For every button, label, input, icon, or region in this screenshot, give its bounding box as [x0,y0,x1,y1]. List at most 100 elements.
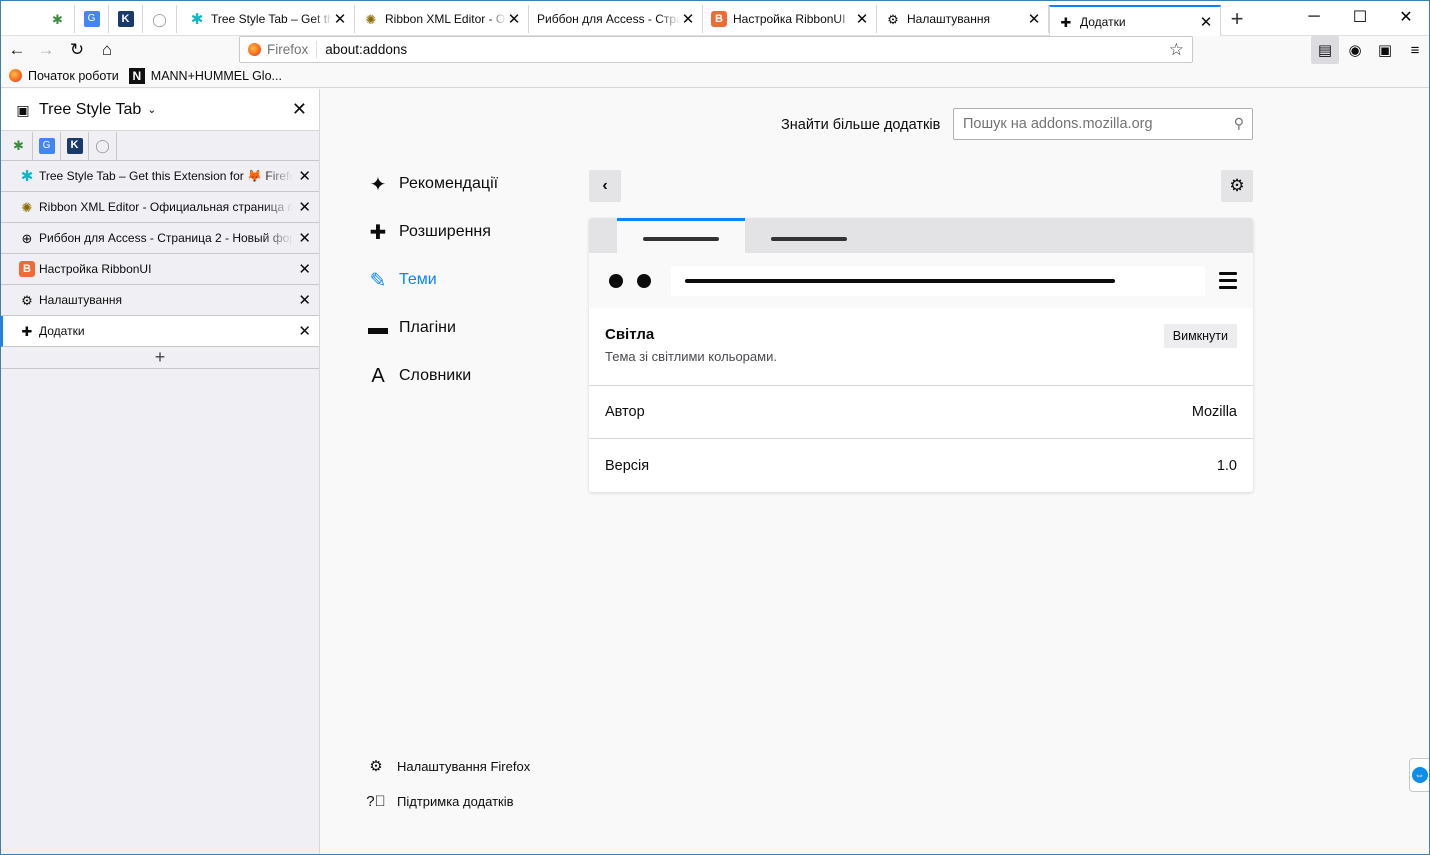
help-icon: ?⃝ [366,793,386,810]
tab-settings[interactable]: ⚙ Налаштування ✕ [877,5,1049,33]
detail-row-author: Автор Mozilla [589,386,1253,439]
close-icon[interactable]: ✕ [298,322,311,340]
tab-ribbon-access[interactable]: Риббон для Access - Страница 2 ✕ [529,5,703,33]
close-icon[interactable]: ✕ [680,10,696,28]
sidebar-toggle-button[interactable]: ▤ [1311,36,1339,64]
close-icon[interactable]: ✕ [1026,10,1042,28]
close-icon[interactable]: ✕ [298,198,311,216]
minimize-button[interactable]: ─ [1291,1,1337,33]
preview-tab-line [771,237,847,241]
close-window-button[interactable]: ✕ [1383,1,1429,33]
theme-info: Світла Тема зі світлими кольорами. Вимкн… [589,308,1253,386]
detail-value: 1.0 [1216,457,1237,474]
pinned-tab-3[interactable]: K [61,131,89,160]
tab-title: Настройка RibbonUI [733,12,846,26]
maximize-button[interactable]: ☐ [1337,1,1383,33]
preview-toolbar [589,253,1253,308]
bookmarks-toolbar: Початок роботи N MANN+HUMMEL Glo... [1,64,1429,88]
close-icon[interactable]: ✕ [854,10,870,28]
tree-style-tab-icon: ✱ [20,167,34,185]
category-extensions[interactable]: ✚ Розширення [365,214,491,250]
tab-addons[interactable]: ✚ Додатки ✕ [1049,5,1221,37]
sidebar-tab[interactable]: B Настройка RibbonUI ✕ [1,254,319,285]
forward-button[interactable]: → [32,36,60,64]
tab-tree-style-tab[interactable]: ✱ Tree Style Tab – Get this Extension fo… [181,5,355,33]
url-bar[interactable]: Firefox about:addons ☆ [239,36,1193,63]
sidebar-header[interactable]: ▣ Tree Style Tab ⌄ ✕ [1,89,319,131]
disable-button[interactable]: Вимкнути [1163,324,1237,348]
close-icon[interactable]: ✕ [1198,13,1214,31]
theme-detail-card: Світла Тема зі світлими кольорами. Вимкн… [589,218,1253,492]
pinned-tab-1[interactable]: ✱ [5,131,33,160]
gear-icon: ⚙ [369,758,383,775]
tab-strip: ✱ G K ◯ ✱ Tree Style Tab – Get this Exte… [1,1,1429,37]
identity-box[interactable]: Firefox [240,41,318,58]
sidebar-tab[interactable]: ✺ Ribbon XML Editor - Официальная страни… [1,192,319,223]
sidebar-tab[interactable]: ✱ Tree Style Tab – Get this Extension fo… [1,161,319,192]
close-sidebar-icon[interactable]: ✕ [292,99,307,120]
close-icon[interactable]: ✕ [298,229,311,247]
gear-icon: ⚙ [1229,176,1245,195]
sidebar-icon: ▤ [1317,42,1333,59]
chevron-down-icon[interactable]: ⌄ [147,103,156,116]
menu-button[interactable]: ≡ [1401,36,1429,64]
bookmark-getting-started[interactable]: Початок роботи [9,69,119,83]
preview-tabs [589,218,1253,253]
ribbon-editor-icon: ✺ [21,199,33,215]
close-icon[interactable]: ✕ [506,10,522,28]
reload-button[interactable]: ↻ [63,36,91,64]
close-icon[interactable]: ✕ [298,291,311,309]
footer-label: Налаштування Firefox [397,758,531,774]
sidebar-title[interactable]: Tree Style Tab [39,101,141,119]
url-text[interactable]: about:addons [317,42,407,57]
firefox-settings-link[interactable]: ⚙ Налаштування Firefox [365,757,530,775]
sidebar-pinned-tabs: ✱ G K ◯ [1,131,319,161]
close-icon[interactable]: ✕ [298,260,311,278]
tools-menu-button[interactable]: ⚙ [1221,170,1253,202]
pinned-tab-2[interactable]: G [75,5,109,33]
tab-title: Налаштування [907,12,990,26]
pinned-tab-4[interactable]: ◯ [89,131,117,160]
google-translate-icon: G [38,137,55,154]
account-button[interactable]: ◉ [1341,36,1369,64]
pinned-tab-4[interactable]: ◯ [143,5,177,33]
puzzle-icon: ✚ [21,323,33,339]
tree-style-tab-sidebar: ▣ Tree Style Tab ⌄ ✕ ✱ G K ◯ ✱ Tree Styl… [1,89,320,854]
tab-ribbon-xml-editor[interactable]: ✺ Ribbon XML Editor - Официальная страни… [355,5,529,33]
brush-icon: ✎ [369,269,387,292]
back-button[interactable]: ← [3,36,31,64]
theme-name: Світла [605,326,655,343]
pinned-tab-3[interactable]: K [109,5,143,33]
bookmark-star-icon[interactable]: ☆ [1169,40,1184,60]
preview-tab-line [643,237,719,241]
bookmark-label: MANN+HUMMEL Glo... [150,68,282,83]
sidebar-new-tab-button[interactable]: + [1,347,319,369]
gear-icon: ⚙ [21,292,33,308]
puzzle-icon: ✚ [1060,14,1072,30]
category-plugins[interactable]: ▬ Плагіни [365,310,456,346]
pinned-tab-2[interactable]: G [33,131,61,160]
tab-title: Tree Style Tab – Get this Extension for … [211,12,332,26]
teamviewer-handle[interactable]: ⇔ [1409,758,1429,792]
sidebar-tab-active[interactable]: ✚ Додатки ✕ [1,316,319,347]
addons-manager: Знайти більше додатків Пошук на addons.m… [321,89,1429,854]
addons-support-link[interactable]: ?⃝ Підтримка додатків [365,793,513,810]
close-icon[interactable]: ✕ [332,10,348,28]
k-icon: K [117,11,134,27]
bookmark-mann-hummel[interactable]: N MANN+HUMMEL Glo... [128,67,282,84]
close-icon[interactable]: ✕ [298,167,311,185]
search-input[interactable]: Пошук на addons.mozilla.org ⚲ [953,108,1253,140]
tst-button[interactable]: ▣ [1371,36,1399,64]
category-themes[interactable]: ✎ Теми [365,262,437,298]
ribbon-editor-icon: ✺ [365,11,377,27]
sidebar-tab[interactable]: ⊕ Риббон для Access - Страница 2 - Новый… [1,223,319,254]
category-dictionaries[interactable]: A Словники [365,358,471,394]
home-button[interactable]: ⌂ [93,36,121,64]
back-button[interactable]: ‹ [589,170,621,202]
pinned-tab-1[interactable]: ✱ [41,5,75,33]
tab-ribbonui-settings[interactable]: B Настройка RibbonUI ✕ [703,5,877,33]
sidebar-tab[interactable]: ⚙ Налаштування ✕ [1,285,319,316]
category-recommendations[interactable]: ✦ Рекомендації [365,166,498,202]
new-tab-button[interactable]: + [1223,5,1251,33]
chat-icon: ◯ [95,138,110,153]
